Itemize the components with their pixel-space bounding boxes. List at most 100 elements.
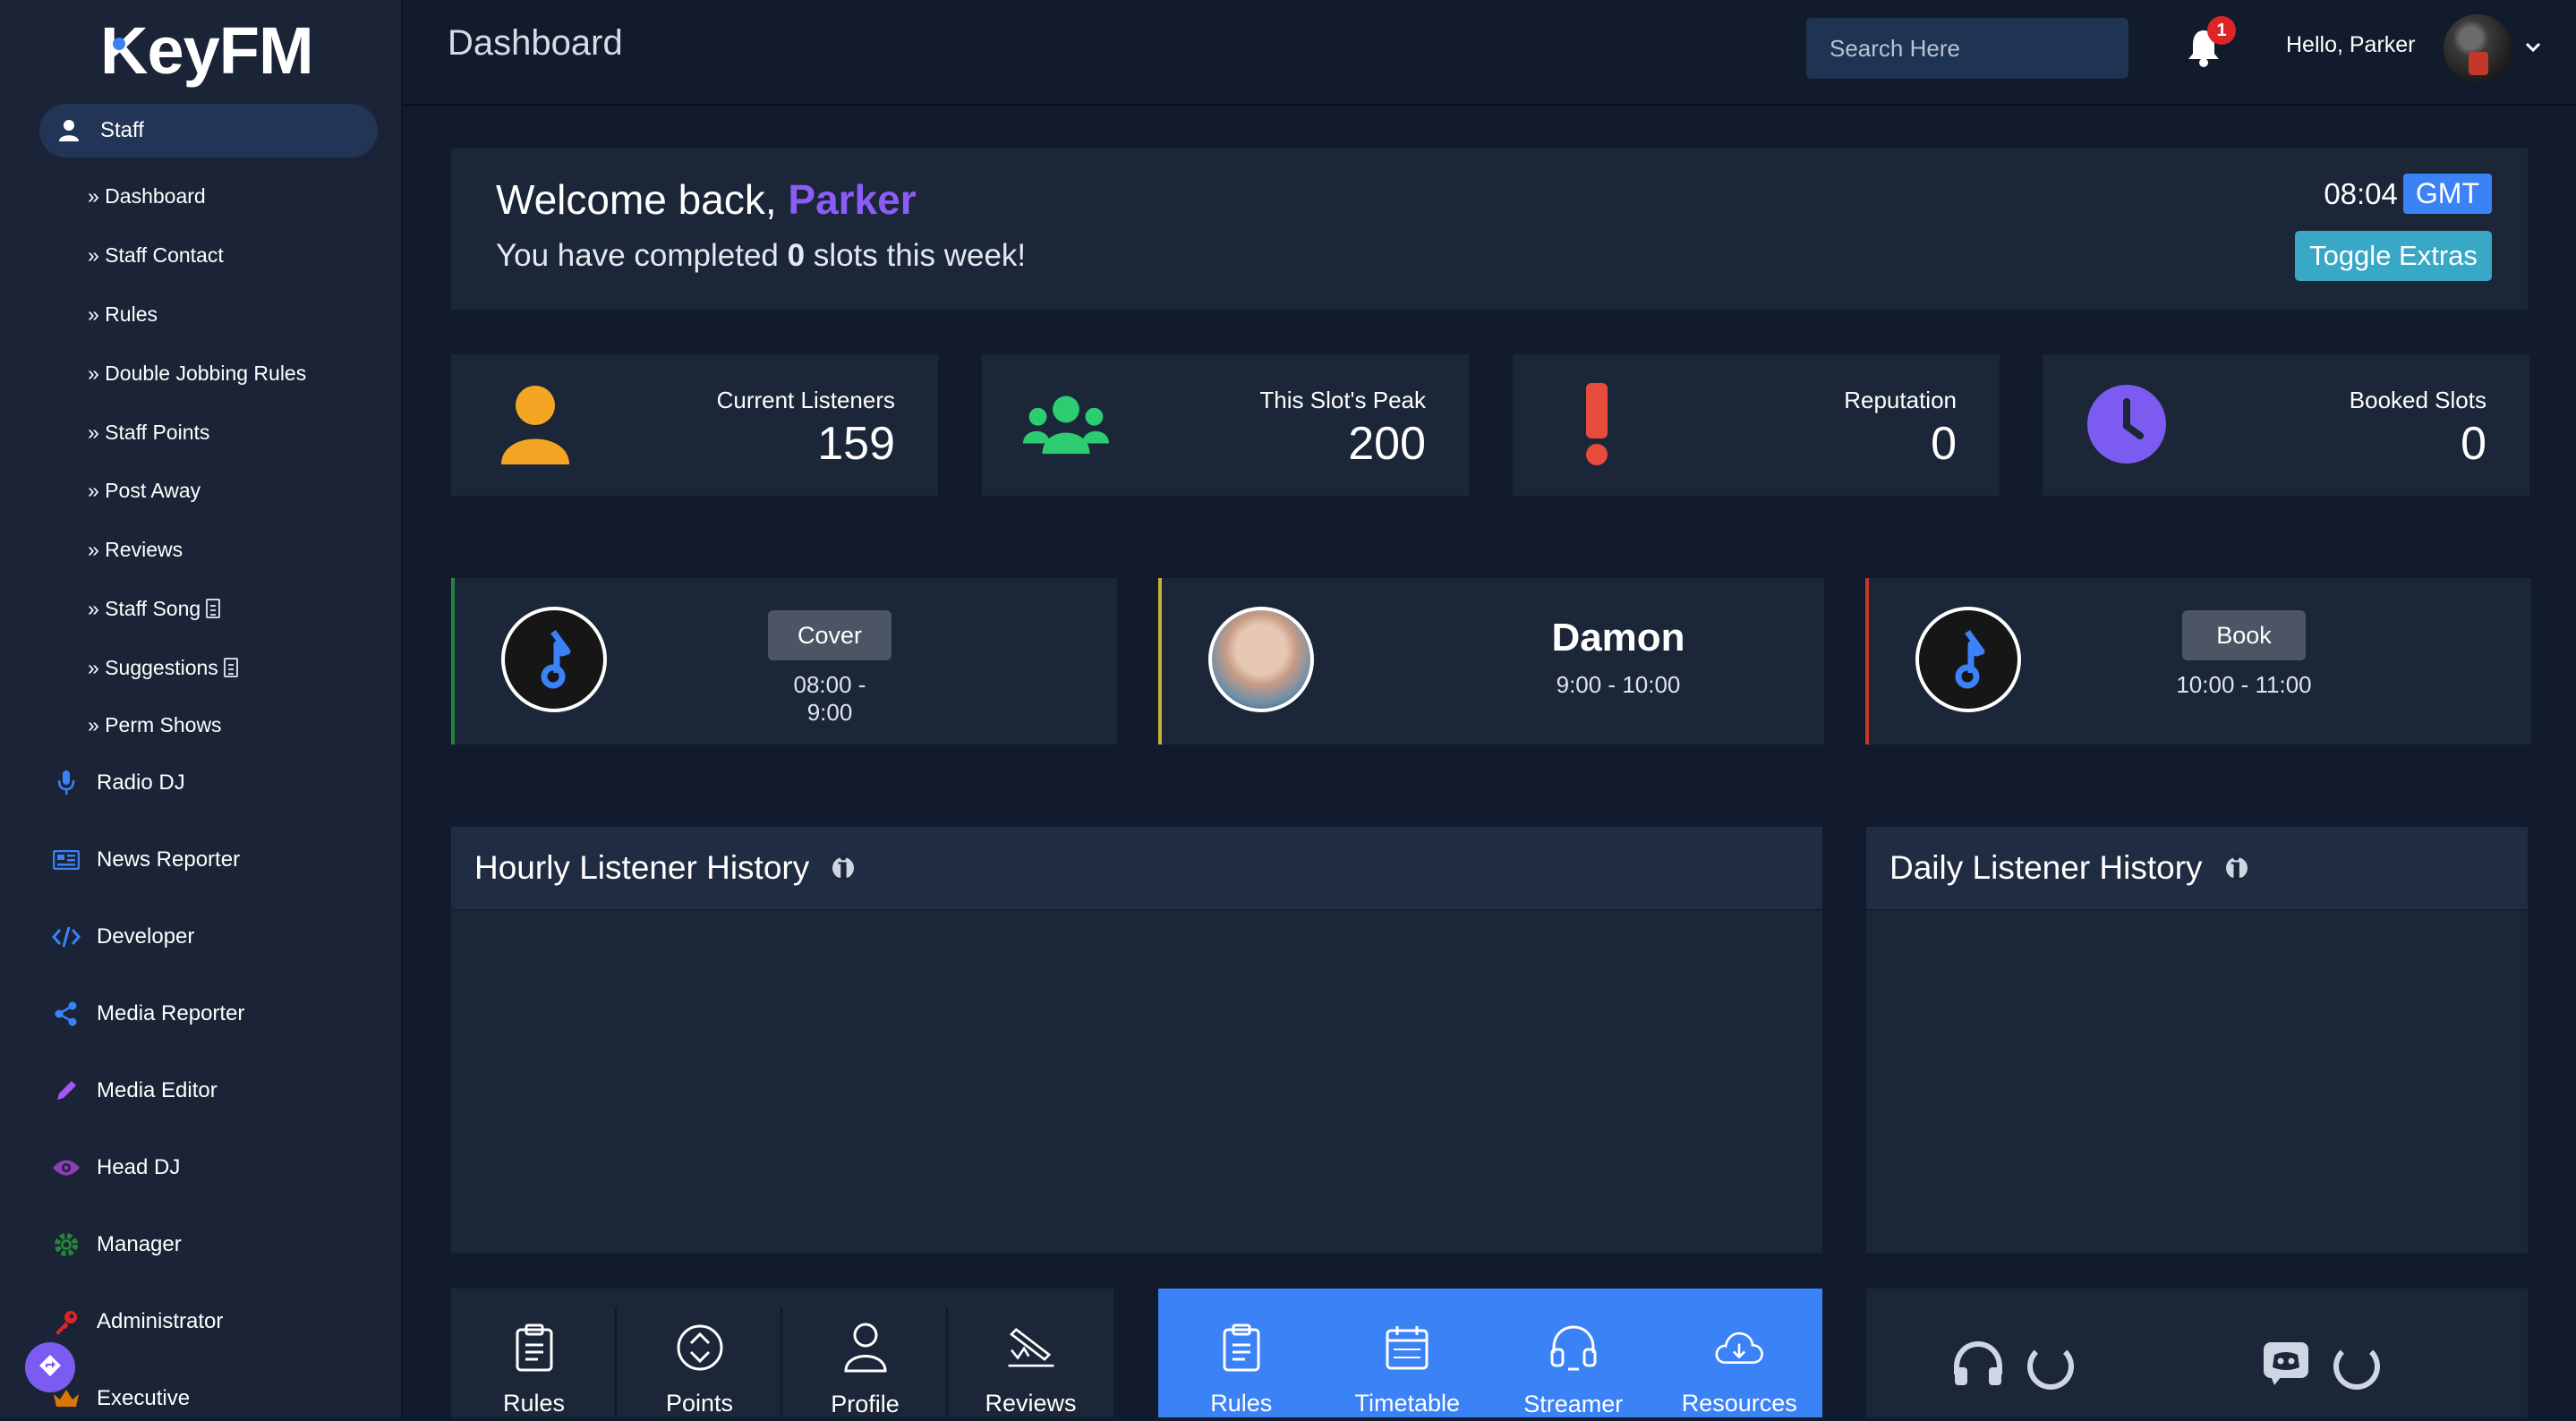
app-logo[interactable]: KeyFM xyxy=(100,13,314,89)
quick-link-label: Timetable xyxy=(1354,1390,1461,1417)
pencil-icon xyxy=(50,1075,82,1107)
sidebar-item-label: Staff xyxy=(100,118,144,142)
page-title: Dashboard xyxy=(448,23,623,63)
panel-header: Hourly Listener History i xyxy=(451,827,1822,911)
newspaper-icon xyxy=(50,844,82,876)
slot-dj-name: Damon xyxy=(1551,616,1685,659)
sidebar-item-label: Administrator xyxy=(97,1309,224,1333)
user-avatar[interactable] xyxy=(2444,14,2512,82)
top-header: Dashboard xyxy=(403,0,2576,106)
sidebar-item-label: Head DJ xyxy=(97,1155,181,1179)
loading-spinner xyxy=(2333,1342,2380,1390)
stat-card-slot-peak: This Slot's Peak 200 xyxy=(982,354,1469,496)
slots-completed-text: You have completed 0 slots this week! xyxy=(496,238,1027,273)
stat-value: 0 xyxy=(2461,418,2486,470)
quick-links-staff: Rules Points Profile Reviews xyxy=(451,1289,1113,1417)
sidebar-item-label: Radio DJ xyxy=(97,770,185,795)
status-widgets xyxy=(1866,1289,2528,1417)
quick-link-label: Rules xyxy=(502,1390,566,1417)
quick-link-label: Resources xyxy=(1681,1390,1797,1417)
sidebar-item-executive[interactable]: Executive xyxy=(50,1376,190,1421)
panel-title: Daily Listener History xyxy=(1889,849,2203,886)
sidebar-item-administrator[interactable]: Administrator xyxy=(50,1299,223,1344)
clipboard-icon xyxy=(1215,1323,1267,1372)
stat-value: 200 xyxy=(1348,418,1426,470)
sidebar-subitem-rules[interactable]: » Rules xyxy=(88,296,158,332)
gear-icon xyxy=(50,1229,82,1261)
sidebar-item-media-editor[interactable]: Media Editor xyxy=(50,1068,218,1113)
quick-link-label: Profile xyxy=(831,1391,900,1417)
share-icon xyxy=(50,998,82,1030)
sidebar-item-label: Media Reporter xyxy=(97,1001,245,1025)
sidebar-item-media-reporter[interactable]: Media Reporter xyxy=(50,991,244,1036)
info-icon[interactable]: i xyxy=(2225,848,2248,888)
daily-listener-history-panel: Daily Listener History i xyxy=(1866,827,2528,1253)
signature-icon xyxy=(1005,1323,1057,1372)
welcome-card: Welcome back, Parker You have completed … xyxy=(451,149,2528,310)
cloud-download-icon xyxy=(1713,1323,1765,1372)
stat-label: Booked Slots xyxy=(2349,387,2486,413)
quick-links-dj: Rules Timetable Streamer Resources xyxy=(1158,1289,1822,1417)
stat-label: Current Listeners xyxy=(716,387,895,413)
loading-spinner xyxy=(2027,1342,2074,1390)
sidebar-item-developer[interactable]: Developer xyxy=(50,915,194,959)
sidebar-subitem-staff-song[interactable]: » Staff Song xyxy=(88,591,221,626)
slot-time: 9:00 - 10:00 xyxy=(1556,671,1681,698)
user-icon xyxy=(57,119,81,142)
quick-link-points[interactable]: Points xyxy=(617,1289,782,1417)
key-icon xyxy=(50,1306,82,1338)
sidebar-subitem-perm-shows[interactable]: » Perm Shows xyxy=(88,707,222,743)
quick-link-reviews[interactable]: Reviews xyxy=(948,1289,1113,1417)
quick-link-label: Reviews xyxy=(985,1390,1077,1417)
search-input[interactable] xyxy=(1806,18,2128,79)
sort-circle-icon xyxy=(674,1323,726,1372)
sidebar-subitem-post-away[interactable]: » Post Away xyxy=(88,472,200,508)
toggle-extras-button[interactable]: Toggle Extras xyxy=(2295,231,2492,281)
microphone-icon xyxy=(50,767,82,799)
stat-value: 159 xyxy=(817,418,895,470)
stat-label: Reputation xyxy=(1844,387,1957,413)
sidebar-subitem-staff-points[interactable]: » Staff Points xyxy=(88,414,209,450)
diamond-arrow-icon xyxy=(38,1353,63,1383)
sidebar-item-radio-dj[interactable]: Radio DJ xyxy=(50,761,185,805)
discord-status xyxy=(2262,1340,2380,1391)
quick-link-timetable[interactable]: Timetable xyxy=(1325,1289,1491,1417)
chevron-down-icon[interactable] xyxy=(2524,38,2542,55)
sidebar-item-news-reporter[interactable]: News Reporter xyxy=(50,838,240,882)
quick-link-rules[interactable]: Rules xyxy=(451,1289,617,1417)
welcome-user-name: Parker xyxy=(788,176,917,223)
clock-icon xyxy=(2084,381,2170,467)
floating-action-button[interactable] xyxy=(25,1342,75,1392)
eye-icon xyxy=(50,1152,82,1184)
sidebar-subitem-suggestions[interactable]: » Suggestions xyxy=(88,650,238,685)
quick-link-resources[interactable]: Resources xyxy=(1657,1289,1823,1417)
sidebar-subitem-double-jobbing-rules[interactable]: » Double Jobbing Rules xyxy=(88,355,306,391)
sidebar-subitem-staff-contact[interactable]: » Staff Contact xyxy=(88,237,224,273)
notification-count-badge: 1 xyxy=(2207,16,2236,45)
document-icon xyxy=(206,599,221,618)
sidebar-subitem-dashboard[interactable]: » Dashboard xyxy=(88,178,206,214)
slot-card-current: Cover 08:00 - 9:00 xyxy=(451,578,1117,745)
quick-link-rules[interactable]: Rules xyxy=(1158,1289,1325,1417)
music-note-icon xyxy=(501,607,607,712)
cover-slot-button[interactable]: Cover xyxy=(768,610,891,660)
info-icon[interactable]: i xyxy=(832,848,855,888)
headset-icon xyxy=(1548,1323,1599,1373)
logo-dot xyxy=(113,38,125,50)
user-icon xyxy=(492,381,578,467)
user-greeting[interactable]: Hello, Parker xyxy=(2286,32,2416,58)
sidebar-subitem-reviews[interactable]: » Reviews xyxy=(88,532,183,567)
bell-icon xyxy=(2184,30,2223,72)
sidebar-item-label: Executive xyxy=(97,1386,191,1410)
discord-icon xyxy=(2262,1340,2310,1391)
quick-link-streamer[interactable]: Streamer xyxy=(1490,1289,1657,1417)
slot-card-later: Book 10:00 - 11:00 xyxy=(1865,578,2531,745)
book-slot-button[interactable]: Book xyxy=(2182,610,2306,660)
quick-link-profile[interactable]: Profile xyxy=(782,1289,948,1417)
stream-status xyxy=(1952,1340,2074,1391)
stat-card-current-listeners: Current Listeners 159 xyxy=(451,354,938,496)
sidebar-item-head-dj[interactable]: Head DJ xyxy=(50,1145,180,1190)
sidebar-item-manager[interactable]: Manager xyxy=(50,1222,182,1267)
clock-time: 08:04 xyxy=(2324,176,2398,210)
sidebar-item-staff[interactable]: Staff xyxy=(39,104,378,157)
